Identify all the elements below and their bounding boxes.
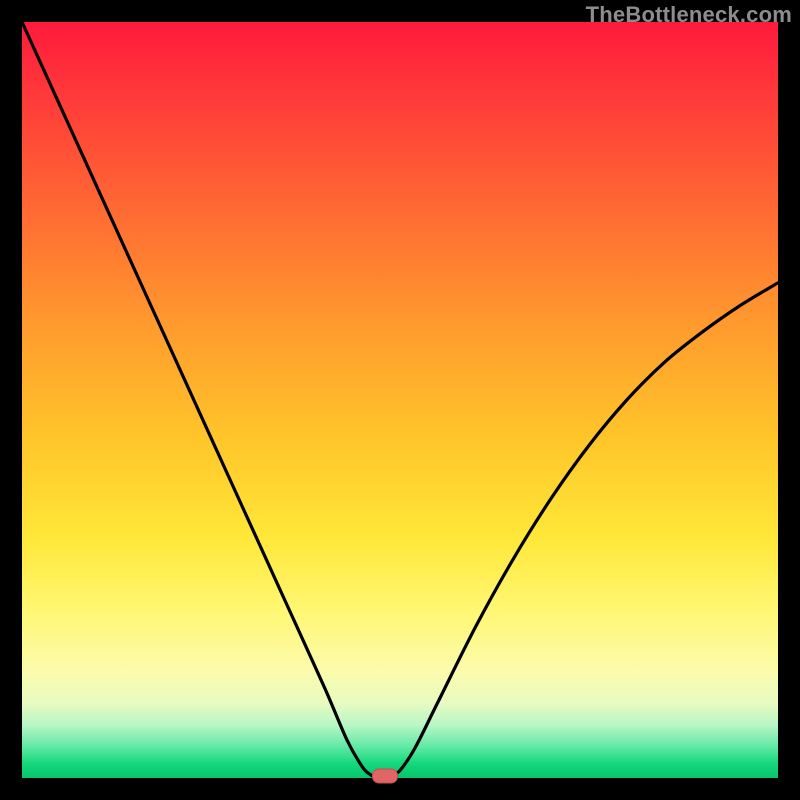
bottleneck-curve xyxy=(22,22,778,778)
optimal-point-marker xyxy=(372,769,398,784)
chart-frame: TheBottleneck.com xyxy=(0,0,800,800)
